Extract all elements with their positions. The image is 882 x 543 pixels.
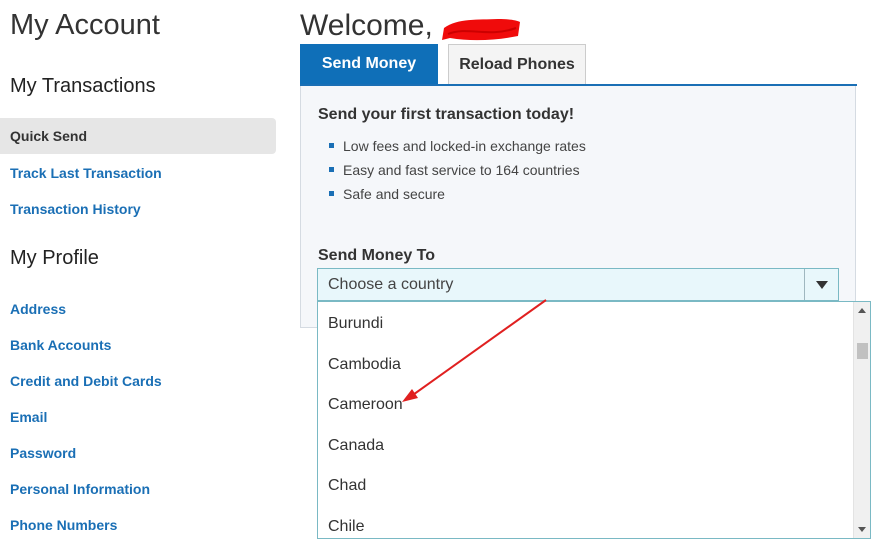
country-select[interactable]: Choose a country xyxy=(317,268,839,301)
chevron-down-icon[interactable] xyxy=(804,269,838,300)
panel-heading: Send your first transaction today! xyxy=(318,106,575,123)
list-item: Low fees and locked-in exchange rates xyxy=(329,138,586,162)
bullet-icon xyxy=(329,191,334,196)
sidebar-item-quick-send[interactable]: Quick Send xyxy=(0,118,276,154)
scrollbar-thumb[interactable] xyxy=(857,343,868,359)
bullet-icon xyxy=(329,167,334,172)
dropdown-scrollbar[interactable] xyxy=(853,302,870,538)
scroll-up-icon[interactable] xyxy=(858,308,866,313)
sidebar-item-label: Quick Send xyxy=(10,128,88,144)
tab-reload-phones[interactable]: Reload Phones xyxy=(448,44,586,84)
sidebar-item-password[interactable]: Password xyxy=(10,445,76,461)
sidebar-item-address[interactable]: Address xyxy=(10,301,66,317)
list-item: Safe and secure xyxy=(329,186,586,210)
sidebar-item-phone-numbers[interactable]: Phone Numbers xyxy=(10,517,117,533)
transactions-heading: My Transactions xyxy=(10,75,156,97)
profile-heading: My Profile xyxy=(10,247,99,269)
sidebar-item-transaction-history[interactable]: Transaction History xyxy=(10,201,141,217)
sidebar-item-bank-accounts[interactable]: Bank Accounts xyxy=(10,337,111,353)
sidebar-item-email[interactable]: Email xyxy=(10,409,47,425)
redacted-name-scribble xyxy=(442,19,520,41)
country-dropdown-list[interactable]: Burundi Cambodia Cameroon Canada Chad Ch… xyxy=(317,301,871,539)
welcome-heading: Welcome, xyxy=(300,9,433,42)
tab-send-money[interactable]: Send Money xyxy=(300,44,438,84)
send-money-to-label: Send Money To xyxy=(318,247,436,264)
sidebar-item-track-last-transaction[interactable]: Track Last Transaction xyxy=(10,165,162,181)
sidebar-item-credit-debit-cards[interactable]: Credit and Debit Cards xyxy=(10,373,162,389)
bullet-icon xyxy=(329,143,334,148)
option-burundi[interactable]: Burundi xyxy=(328,315,383,333)
tab-bar: Send Money Reload Phones xyxy=(300,44,857,86)
option-chad[interactable]: Chad xyxy=(328,477,366,495)
list-item: Easy and fast service to 164 countries xyxy=(329,162,586,186)
account-title: My Account xyxy=(10,9,160,41)
select-placeholder: Choose a country xyxy=(328,276,454,293)
feature-list: Low fees and locked-in exchange rates Ea… xyxy=(329,138,586,210)
sidebar-item-personal-information[interactable]: Personal Information xyxy=(10,481,150,497)
scroll-down-icon[interactable] xyxy=(858,527,866,532)
option-chile[interactable]: Chile xyxy=(328,518,364,536)
option-cameroon[interactable]: Cameroon xyxy=(328,396,403,414)
sidebar: My Account My Transactions Quick Send Tr… xyxy=(0,0,280,543)
option-canada[interactable]: Canada xyxy=(328,437,384,455)
option-cambodia[interactable]: Cambodia xyxy=(328,356,401,374)
